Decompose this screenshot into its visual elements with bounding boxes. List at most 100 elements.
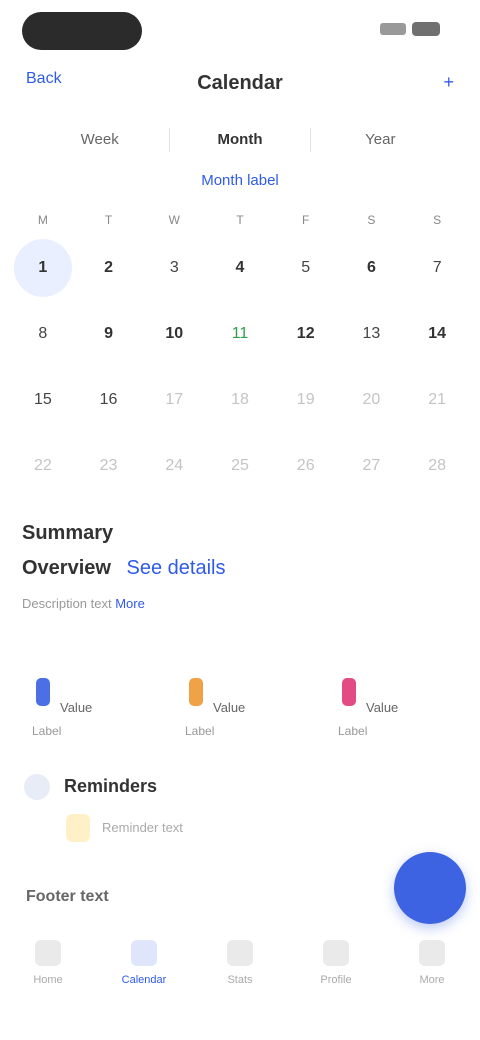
calendar-day[interactable]: 21	[404, 367, 470, 433]
calendar-day-label: 10	[165, 325, 184, 342]
tab-label: Profile	[320, 974, 352, 986]
dynamic-island	[22, 12, 142, 50]
calendar-day[interactable]: 22	[10, 433, 76, 499]
calendar-day[interactable]: 16	[76, 367, 142, 433]
calendar-day[interactable]: 7	[404, 235, 470, 301]
calendar-day[interactable]: 4	[207, 235, 273, 301]
summary-title: Summary	[22, 522, 114, 544]
stat-value: Value	[60, 700, 93, 715]
tab-home[interactable]: Home	[0, 930, 96, 1010]
calendar-day[interactable]: 10	[141, 301, 207, 367]
status-icons	[380, 22, 440, 36]
calendar-day[interactable]: 26	[273, 433, 339, 499]
stat-label: Label	[185, 724, 215, 738]
calendar-day-label: 2	[104, 259, 114, 276]
tab-week[interactable]: Week	[30, 118, 169, 162]
calendar-day[interactable]: 3	[141, 235, 207, 301]
calendar-weekdays: M T W T F S S	[10, 205, 470, 235]
calendar-day-label: 25	[231, 457, 249, 474]
summary-link[interactable]: See details	[127, 557, 226, 579]
calendar-day-label: 8	[38, 325, 48, 342]
more-icon	[419, 940, 445, 966]
stat-icon	[342, 678, 356, 706]
calendar-day-label: 28	[428, 457, 447, 474]
calendar: M T W T F S S 1 2 3 4 5 6 7 8 9 10 11 12…	[10, 205, 470, 499]
calendar-day[interactable]: 25	[207, 433, 273, 499]
calendar-day[interactable]: 24	[141, 433, 207, 499]
calendar-day[interactable]: 20	[339, 367, 405, 433]
calendar-day-label: 5	[301, 259, 311, 276]
calendar-day[interactable]: 12	[273, 301, 339, 367]
more-link[interactable]: More	[115, 596, 145, 611]
calendar-day[interactable]: 8	[10, 301, 76, 367]
tab-stats[interactable]: Stats	[192, 930, 288, 1010]
profile-icon	[323, 940, 349, 966]
calendar-grid: 1 2 3 4 5 6 7 8 9 10 11 12 13 14 15 16 1…	[10, 235, 470, 499]
weekday-label: T	[104, 213, 113, 227]
calendar-day-label: 27	[362, 457, 381, 474]
calendar-day-label: 19	[296, 391, 315, 408]
calendar-day[interactable]: 13	[339, 301, 405, 367]
tab-more[interactable]: More	[384, 930, 480, 1010]
month-label[interactable]: Month label	[0, 172, 480, 189]
weekday-label: F	[302, 213, 310, 227]
calendar-day[interactable]: 17	[141, 367, 207, 433]
calendar-day-label: 12	[296, 325, 315, 342]
tab-label: More	[419, 974, 445, 986]
add-button[interactable]: +	[443, 72, 454, 93]
stat-label: Label	[32, 724, 62, 738]
battery-icon	[412, 22, 440, 36]
status-bar	[0, 0, 480, 60]
tab-year[interactable]: Year	[311, 118, 450, 162]
stat-icon	[36, 678, 50, 706]
tab-profile[interactable]: Profile	[288, 930, 384, 1010]
calendar-day[interactable]: 9	[76, 301, 142, 367]
bottom-tab-bar: Home Calendar Stats Profile More	[0, 930, 480, 1010]
calendar-day[interactable]: 2	[76, 235, 142, 301]
floating-action-button[interactable]	[394, 852, 466, 924]
bell-icon	[24, 774, 50, 800]
weekday-label: M	[37, 213, 48, 227]
calendar-day-label: 14	[428, 325, 447, 342]
chart-icon	[227, 940, 253, 966]
weekday-label: T	[236, 213, 244, 227]
calendar-day-label: 16	[99, 391, 118, 408]
reminder-text: Reminder text	[102, 820, 183, 835]
page-title: Calendar	[197, 72, 283, 94]
tab-month[interactable]: Month	[170, 118, 309, 162]
calendar-day[interactable]: 14	[404, 301, 470, 367]
calendar-day[interactable]: 28	[404, 433, 470, 499]
calendar-day-label: 20	[362, 391, 381, 408]
calendar-day[interactable]: 11	[207, 301, 273, 367]
calendar-day-label: 13	[362, 325, 381, 342]
calendar-day-label: 1	[13, 239, 72, 297]
calendar-day-label: 23	[99, 457, 118, 474]
calendar-day[interactable]: 19	[273, 367, 339, 433]
calendar-day-label: 22	[33, 457, 52, 474]
calendar-day-label: 17	[165, 391, 184, 408]
calendar-day[interactable]: 23	[76, 433, 142, 499]
calendar-day-label: 7	[432, 259, 442, 276]
calendar-day[interactable]: 18	[207, 367, 273, 433]
stat-card[interactable]: Value Label	[22, 672, 152, 740]
signal-icon	[380, 23, 406, 35]
stat-icon	[189, 678, 203, 706]
calendar-day[interactable]: 5	[273, 235, 339, 301]
calendar-day[interactable]: 27	[339, 433, 405, 499]
calendar-day-label: 11	[231, 325, 249, 342]
reminder-header[interactable]: Reminders	[24, 770, 444, 804]
reminder-item[interactable]: Reminder text	[66, 810, 386, 846]
stat-card[interactable]: Value Label	[328, 672, 458, 740]
weekday-label: S	[367, 213, 376, 227]
calendar-day-label: 18	[231, 391, 249, 408]
tab-label: Calendar	[121, 974, 167, 986]
calendar-day[interactable]: 1	[10, 235, 76, 301]
weekday-label: S	[433, 213, 442, 227]
stat-card[interactable]: Value Label	[175, 672, 305, 740]
calendar-day-label: 26	[296, 457, 315, 474]
summary-description-text: Description text	[22, 596, 112, 611]
weekday-label: W	[168, 213, 180, 227]
tab-calendar[interactable]: Calendar	[96, 930, 192, 1010]
calendar-day[interactable]: 15	[10, 367, 76, 433]
calendar-day[interactable]: 6	[339, 235, 405, 301]
